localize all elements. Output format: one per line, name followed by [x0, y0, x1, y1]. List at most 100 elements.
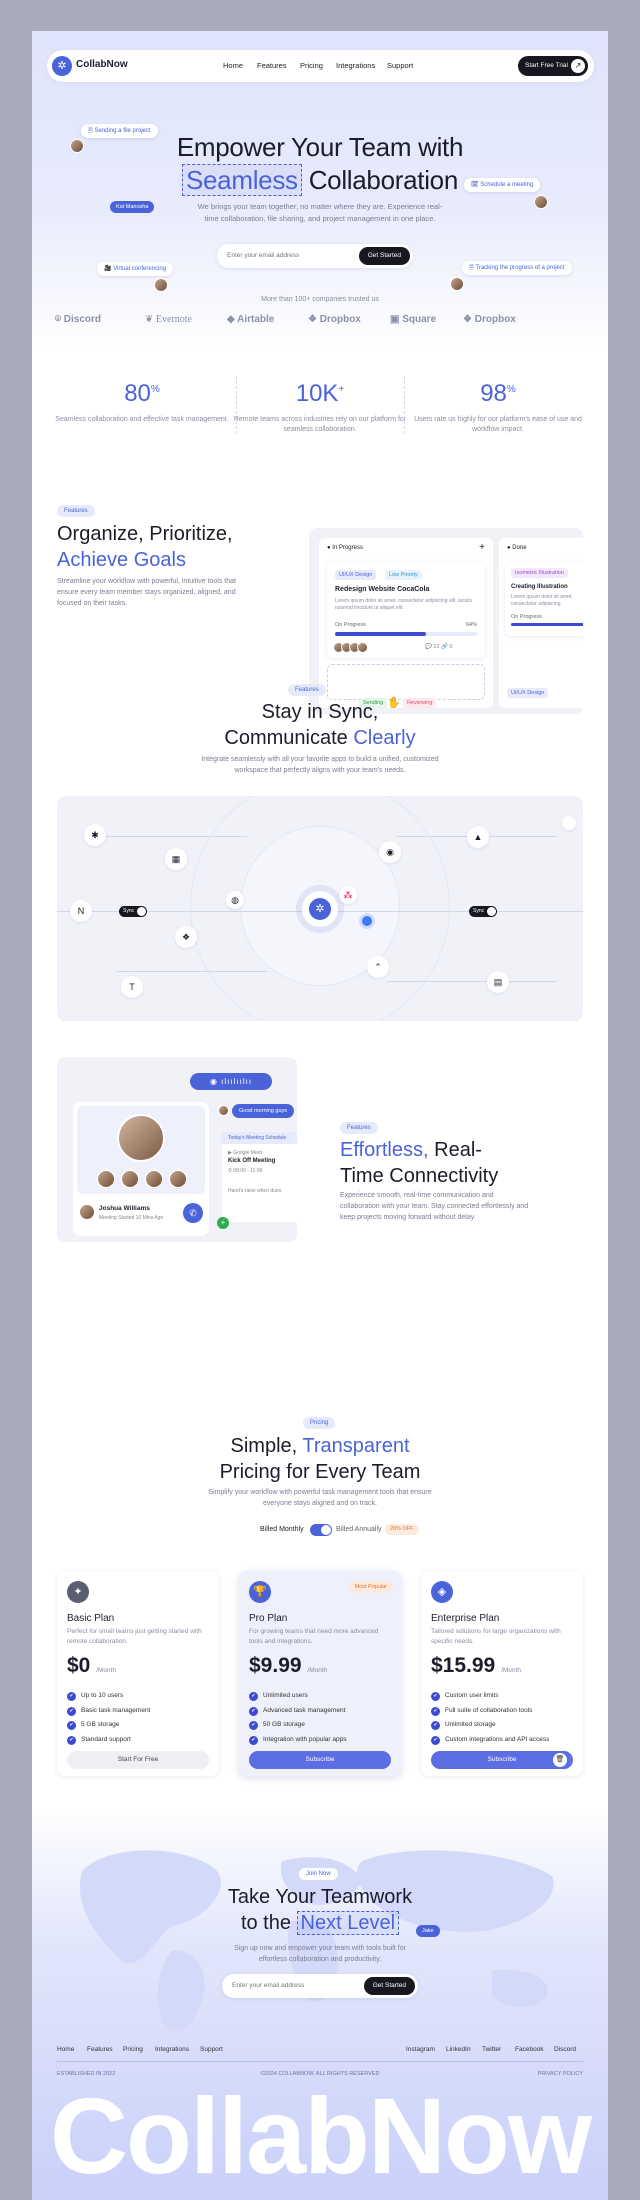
- stat-number: 98: [480, 380, 507, 407]
- task-percent: 64%: [465, 622, 477, 628]
- meet-app: ▶ Google Meet: [228, 1150, 262, 1156]
- start-free-button[interactable]: Start For Free: [67, 1751, 209, 1769]
- footer-instagram[interactable]: Instagram: [406, 2046, 435, 2053]
- connect-title-line2: Time Connectivity: [340, 1165, 499, 1187]
- features-title: Organize, Prioritize, Achieve Goals: [57, 521, 233, 573]
- done-card[interactable]: Isometric Illustration Creating Illustra…: [505, 562, 583, 636]
- start-trial-button[interactable]: Start Free Trial ↗: [518, 56, 588, 76]
- features-title-highlight: Achieve Goals: [57, 549, 186, 571]
- nav-integrations[interactable]: Integrations: [336, 61, 375, 70]
- stat-suffix: %: [506, 384, 516, 395]
- logo-icon: ✲: [52, 56, 72, 76]
- subscribe-enterprise-button[interactable]: Subscribe: [431, 1751, 573, 1769]
- billed-annually[interactable]: Billed Annually: [336, 1526, 382, 1533]
- task-card[interactable]: UI/UX Design Low Priority Redesign Websi…: [327, 562, 485, 658]
- footer-home[interactable]: Home: [57, 2046, 74, 2053]
- connector-line: [87, 836, 247, 837]
- footer-features[interactable]: Features: [87, 2046, 113, 2053]
- footer-support[interactable]: Support: [200, 2046, 223, 2053]
- sync-toggle-label: Sync: [123, 908, 135, 914]
- call-mockup: ◉ ılıılıılıı Joshua Williams Meeting Sta…: [57, 1057, 297, 1242]
- meet-note: Hand's raise when dues: [228, 1188, 282, 1194]
- features-title-line1: Organize, Prioritize,: [57, 523, 233, 545]
- plan-price: $15.99 /Month: [431, 1654, 521, 1678]
- comment-count: 💬 22 🔗 0: [425, 644, 453, 650]
- plan-feature: Up to 10 users: [67, 1689, 150, 1704]
- hero-get-started-button[interactable]: Get Started: [358, 247, 410, 265]
- billing-toggle[interactable]: [310, 1524, 332, 1536]
- nav-home[interactable]: Home: [223, 61, 243, 70]
- diamond-icon: ◈: [431, 1581, 453, 1603]
- subscribe-pro-button[interactable]: Subscribe: [249, 1751, 391, 1769]
- cta-email-input[interactable]: Enter your email address: [232, 1982, 304, 1989]
- plan-feature: Full suite of collaboration tools: [431, 1704, 549, 1719]
- brand-dropbox: ❖ Dropbox: [308, 314, 361, 325]
- plan-feature: Integration with popular apps: [249, 1733, 346, 1748]
- nav-support[interactable]: Support: [387, 61, 413, 70]
- plan-feature: Custom user limits: [431, 1689, 549, 1704]
- billed-monthly[interactable]: Billed Monthly: [260, 1526, 304, 1533]
- task-title: Redesign Website CocaCola: [335, 586, 430, 593]
- footer-linkedin[interactable]: LinkedIn: [446, 2046, 471, 2053]
- column-title-label: Done: [512, 545, 527, 551]
- hero-email-input[interactable]: Enter your email address: [227, 252, 299, 259]
- trash-icon[interactable]: 🗑: [553, 1753, 567, 1767]
- sync-toggle-right[interactable]: Sync: [469, 906, 497, 917]
- logo-text[interactable]: CollabNow: [76, 59, 128, 70]
- voice-message[interactable]: ◉ ılıılıılıı: [190, 1073, 272, 1090]
- avatar: [534, 195, 548, 209]
- sync-toggle-left[interactable]: Sync: [119, 906, 147, 917]
- plan-price-value: $9.99: [249, 1654, 302, 1677]
- cta-get-started-button[interactable]: Get Started: [363, 1977, 415, 1995]
- brand-square: ▣ Square: [390, 314, 437, 325]
- connect-title: Effortless, Real- Time Connectivity: [340, 1137, 570, 1189]
- video-card: Joshua Williams Meeting Started 10 Mins …: [73, 1102, 209, 1236]
- done-tag: Isometric Illustration: [511, 568, 568, 578]
- app-icon: [562, 816, 576, 830]
- participant-avatar: [121, 1170, 139, 1188]
- features-desc: Streamline your workflow with powerful, …: [57, 578, 236, 607]
- pill-tracking: 🗎 Tracking the progress of a project: [462, 261, 572, 275]
- plan-desc: Tailored solutions for large organizatio…: [431, 1628, 561, 1645]
- start-trial-label: Start Free Trial: [525, 62, 568, 69]
- sync-title-line2-text: Communicate: [224, 727, 348, 749]
- footer-facebook[interactable]: Facebook: [515, 2046, 544, 2053]
- cta-title-highlight: Next Level: [296, 1911, 400, 1935]
- plan-name: Pro Plan: [249, 1613, 288, 1624]
- comment-count-label: 22: [433, 644, 440, 650]
- nav-features[interactable]: Features: [257, 61, 287, 70]
- progress-fill: [335, 632, 426, 636]
- hero-title-tail: Collaboration: [308, 165, 459, 195]
- join-badge: Join Now: [299, 1868, 338, 1880]
- cta-title-line2-text: to the: [240, 1912, 291, 1934]
- footer-pricing[interactable]: Pricing: [123, 2046, 143, 2053]
- plan-price: $9.99 /Month: [249, 1654, 327, 1678]
- plan-feature: Unlimited users: [249, 1689, 346, 1704]
- sync-title-line1: Stay in Sync,: [261, 701, 379, 723]
- phone-icon[interactable]: ✆: [183, 1203, 203, 1223]
- footer-discord[interactable]: Discord: [554, 2046, 576, 2053]
- stat-value: 10K+: [232, 376, 408, 408]
- cta-title-line2: to the Next Level: [32, 1910, 608, 1936]
- add-icon[interactable]: +: [217, 1217, 229, 1229]
- progress-fill: [511, 623, 583, 626]
- pricing-badge: Pricing: [303, 1417, 336, 1429]
- nav-pricing[interactable]: Pricing: [300, 61, 323, 70]
- stat-desc: Remote teams across industries rely on o…: [233, 416, 407, 433]
- sync-toggle-label: Sync: [473, 908, 485, 914]
- avatar: [357, 642, 368, 653]
- add-icon[interactable]: +: [479, 542, 485, 553]
- lightbulb-icon: ✦: [67, 1581, 89, 1603]
- meet-time: ⏱ 08:00 - 11:00: [228, 1168, 263, 1174]
- avatar: [450, 277, 464, 291]
- footer-twitter[interactable]: Twitter: [482, 2046, 501, 2053]
- plan-price-value: $0: [67, 1654, 91, 1677]
- stat-teams: 10K+ Remote teams across industries rely …: [232, 376, 408, 435]
- connect-title-highlight: Effortless,: [340, 1139, 429, 1161]
- plan-feature: 50 GB storage: [249, 1718, 346, 1733]
- plan-desc: Perfect for small teams just getting sta…: [67, 1628, 202, 1645]
- sync-desc: Integrate seamlessly with all your favor…: [201, 756, 439, 774]
- sync-title-line2: Communicate Clearly: [32, 725, 608, 751]
- stat-suffix: %: [150, 384, 160, 395]
- footer-integrations[interactable]: Integrations: [155, 2046, 189, 2053]
